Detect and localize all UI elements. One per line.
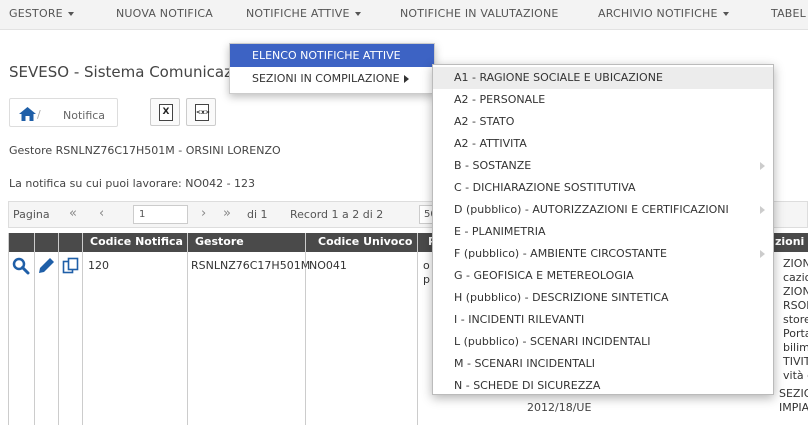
breadcrumb-notifica[interactable]: Notifica <box>63 109 105 122</box>
col-sezioni[interactable]: zioni n <box>775 235 808 248</box>
menu-sezioni-in-compilazione[interactable]: SEZIONI IN COMPILAZIONE <box>230 68 434 90</box>
submenu-arrow-icon <box>760 206 765 214</box>
menu-item-a2-stato[interactable]: A2 - STATO <box>433 111 773 133</box>
menu-item-f[interactable]: F (pubblico) - AMBIENTE CIRCOSTANTE <box>433 243 773 265</box>
table-divider <box>82 233 83 425</box>
menu-item-a1[interactable]: A1 - RAGIONE SOCIALE E UBICAZIONE <box>433 67 773 89</box>
menu-sezioni-label: SEZIONI IN COMPILAZIONE <box>252 72 400 85</box>
cell-sezioni-line: IMPIANTI <box>779 401 808 414</box>
breadcrumb-separator: / <box>37 108 41 121</box>
caret-right-icon <box>403 75 409 83</box>
cell-sezioni-line: cazion <box>783 271 808 284</box>
sezioni-submenu: A1 - RAGIONE SOCIALE E UBICAZIONE A2 - P… <box>432 64 774 395</box>
nav-archivio-notifiche[interactable]: ARCHIVIO NOTIFICHE <box>598 7 729 20</box>
menu-item-d[interactable]: D (pubblico) - AUTORIZZAZIONI E CERTIFIC… <box>433 199 773 221</box>
page-title: SEVESO - Sistema Comunicazi <box>9 63 237 81</box>
cell-col4-line: p <box>423 273 430 286</box>
nav-nuova-notifica[interactable]: NUOVA NOTIFICA <box>116 7 213 20</box>
last-page-button[interactable]: » <box>223 206 231 221</box>
notifiche-attive-dropdown: ELENCO NOTIFICHE ATTIVE SEZIONI IN COMPI… <box>229 43 435 94</box>
cell-gestore: RSNLNZ76C17H501M <box>191 259 311 272</box>
cell-sezioni-line: Porta <box>783 327 808 340</box>
menu-item-a2-personale[interactable]: A2 - PERSONALE <box>433 89 773 111</box>
table-divider <box>8 233 9 425</box>
export-excel-button[interactable]: X <box>150 98 180 126</box>
table-divider <box>34 233 35 425</box>
cell-col4-line: o <box>423 259 430 272</box>
caret-down-icon <box>722 12 729 16</box>
submenu-arrow-icon <box>760 162 765 170</box>
gestore-info: Gestore RSNLNZ76C17H501M - ORSINI LORENZ… <box>9 144 281 157</box>
page-number-input[interactable]: 1 <box>133 205 188 224</box>
menu-item-b[interactable]: B - SOSTANZE <box>433 155 773 177</box>
pager-label: Pagina <box>13 208 50 221</box>
col-codice-univoco[interactable]: Codice Univoco <box>318 235 412 248</box>
menu-item-c[interactable]: C - DICHIARAZIONE SOSTITUTIVA <box>433 177 773 199</box>
menu-item-i[interactable]: I - INCIDENTI RILEVANTI <box>433 309 773 331</box>
cell-normativa: 2012/18/UE <box>527 401 592 414</box>
cell-sezioni-line: vità d <box>783 369 808 382</box>
record-count: Record 1 a 2 di 2 <box>290 208 384 221</box>
next-page-button[interactable]: › <box>201 206 206 221</box>
prev-page-button[interactable]: ‹ <box>99 206 104 221</box>
menu-item-m[interactable]: M - SCENARI INCIDENTALI <box>433 353 773 375</box>
table-divider <box>187 233 188 425</box>
first-page-button[interactable]: « <box>69 206 77 221</box>
caret-down-icon <box>354 12 361 16</box>
cell-codice-notifica: 120 <box>88 259 109 272</box>
nav-notifiche-in-valutazione[interactable]: NOTIFICHE IN VALUTAZIONE <box>400 7 559 20</box>
menu-item-g[interactable]: G - GEOFISICA E METEREOLOGIA <box>433 265 773 287</box>
home-icon[interactable] <box>19 107 36 121</box>
cell-sezioni-line: RSONA <box>783 299 808 312</box>
menu-item-h[interactable]: H (pubblico) - DESCRIZIONE SINTETICA <box>433 287 773 309</box>
cell-codice-univoco: NO041 <box>309 259 347 272</box>
menu-item-a2-attivita[interactable]: A2 - ATTIVITA <box>433 133 773 155</box>
cell-sezioni-line: SEZIONE <box>779 387 808 400</box>
table-divider <box>417 233 418 425</box>
notifica-info: La notifica su cui puoi lavorare: NO042 … <box>9 177 256 190</box>
cell-sezioni-line: ZIONE <box>783 257 808 270</box>
nav-tabelle[interactable]: TABEL <box>771 7 806 20</box>
copy-icon[interactable] <box>62 257 79 274</box>
nav-notifiche-attive-label: NOTIFICHE ATTIVE <box>246 7 350 20</box>
cell-sezioni-line: store, <box>783 313 808 326</box>
cell-sezioni-line: ZIONE <box>783 285 808 298</box>
table-divider <box>58 233 59 425</box>
nav-archivio-notifiche-label: ARCHIVIO NOTIFICHE <box>598 7 718 20</box>
nav-gestore-label: GESTORE <box>9 7 63 20</box>
cell-sezioni-line: bilime <box>783 341 808 354</box>
submenu-arrow-icon <box>760 250 765 258</box>
excel-file-icon: X <box>159 104 173 121</box>
nav-gestore[interactable]: GESTORE <box>9 7 74 20</box>
menu-elenco-notifiche-attive[interactable]: ELENCO NOTIFICHE ATTIVE <box>230 44 434 67</box>
search-icon[interactable] <box>12 257 30 275</box>
export-xml-button[interactable]: <x> <box>186 98 216 126</box>
menu-item-e[interactable]: E - PLANIMETRIA <box>433 221 773 243</box>
xml-file-icon: <x> <box>195 104 210 121</box>
menu-item-n[interactable]: N - SCHEDE DI SICUREZZA <box>433 375 773 397</box>
col-codice-notifica[interactable]: Codice Notifica <box>90 235 183 248</box>
nav-notifiche-attive[interactable]: NOTIFICHE ATTIVE <box>246 7 361 20</box>
pencil-edit-icon[interactable] <box>38 257 55 274</box>
menu-item-l[interactable]: L (pubblico) - SCENARI INCIDENTALI <box>433 331 773 353</box>
top-navigation-bar: GESTORE NUOVA NOTIFICA NOTIFICHE ATTIVE … <box>0 0 808 30</box>
cell-sezioni-line: TIVITÀ <box>783 355 808 368</box>
col-gestore[interactable]: Gestore <box>195 235 244 248</box>
caret-down-icon <box>67 12 74 16</box>
page-count: di 1 <box>247 208 268 221</box>
